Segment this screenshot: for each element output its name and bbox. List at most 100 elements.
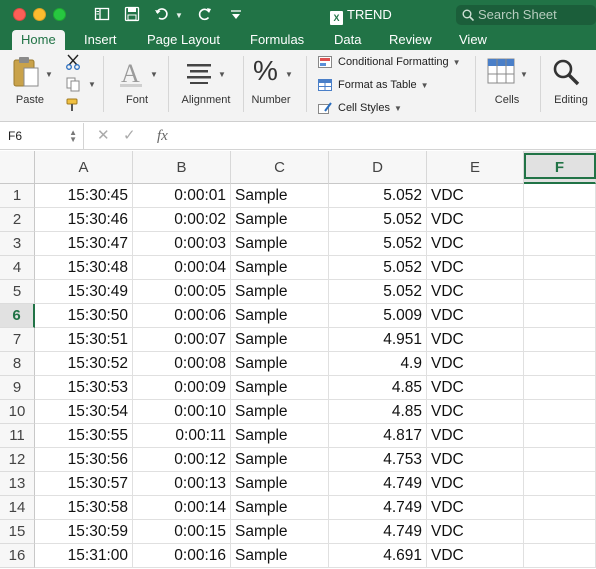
cell-e10[interactable]: VDC bbox=[427, 400, 524, 424]
cell-e2[interactable]: VDC bbox=[427, 208, 524, 232]
font-menu-chevron-icon[interactable]: ▼ bbox=[150, 70, 158, 79]
row-header-12[interactable]: 12 bbox=[0, 448, 35, 472]
cell-f12[interactable] bbox=[524, 448, 596, 472]
column-header-e[interactable]: E bbox=[427, 151, 524, 184]
format-painter-icon[interactable] bbox=[65, 97, 81, 118]
cell-a14[interactable]: 15:30:58 bbox=[35, 496, 133, 520]
column-header-f[interactable]: F bbox=[524, 151, 596, 184]
cell-c7[interactable]: Sample bbox=[231, 328, 329, 352]
cell-c2[interactable]: Sample bbox=[231, 208, 329, 232]
cell-a6[interactable]: 15:30:50 bbox=[35, 304, 133, 328]
cell-c5[interactable]: Sample bbox=[231, 280, 329, 304]
row-header-16[interactable]: 16 bbox=[0, 544, 35, 568]
cell-e15[interactable]: VDC bbox=[427, 520, 524, 544]
cell-e13[interactable]: VDC bbox=[427, 472, 524, 496]
tab-insert[interactable]: Insert bbox=[75, 30, 126, 50]
cell-f8[interactable] bbox=[524, 352, 596, 376]
cell-c13[interactable]: Sample bbox=[231, 472, 329, 496]
cell-d16[interactable]: 4.691 bbox=[329, 544, 427, 568]
magnifier-icon[interactable] bbox=[552, 58, 580, 91]
undo-icon[interactable] bbox=[154, 6, 170, 24]
tab-page-layout[interactable]: Page Layout bbox=[138, 30, 229, 50]
search-sheet-input[interactable]: Search Sheet bbox=[456, 5, 596, 25]
cell-d6[interactable]: 5.009 bbox=[329, 304, 427, 328]
select-all-corner[interactable] bbox=[0, 151, 35, 184]
cell-c11[interactable]: Sample bbox=[231, 424, 329, 448]
cell-f2[interactable] bbox=[524, 208, 596, 232]
cell-a9[interactable]: 15:30:53 bbox=[35, 376, 133, 400]
cell-f10[interactable] bbox=[524, 400, 596, 424]
column-header-a[interactable]: A bbox=[35, 151, 133, 184]
cell-c16[interactable]: Sample bbox=[231, 544, 329, 568]
tab-review[interactable]: Review bbox=[380, 30, 441, 50]
cell-a13[interactable]: 15:30:57 bbox=[35, 472, 133, 496]
row-header-15[interactable]: 15 bbox=[0, 520, 35, 544]
cell-c6[interactable]: Sample bbox=[231, 304, 329, 328]
row-header-8[interactable]: 8 bbox=[0, 352, 35, 376]
cell-b6[interactable]: 0:00:06 bbox=[133, 304, 231, 328]
name-box-stepper-icon[interactable]: ▲ ▼ bbox=[69, 129, 77, 144]
row-header-6[interactable]: 6 bbox=[0, 304, 35, 328]
paste-icon[interactable] bbox=[12, 56, 40, 93]
cell-d14[interactable]: 4.749 bbox=[329, 496, 427, 520]
cell-d13[interactable]: 4.749 bbox=[329, 472, 427, 496]
cell-f13[interactable] bbox=[524, 472, 596, 496]
cell-e14[interactable]: VDC bbox=[427, 496, 524, 520]
cell-b16[interactable]: 0:00:16 bbox=[133, 544, 231, 568]
cell-c3[interactable]: Sample bbox=[231, 232, 329, 256]
cells-menu-chevron-icon[interactable]: ▼ bbox=[520, 70, 528, 79]
insert-function-icon[interactable]: fx bbox=[157, 127, 168, 145]
cell-b10[interactable]: 0:00:10 bbox=[133, 400, 231, 424]
enter-icon[interactable]: ✓ bbox=[123, 127, 136, 145]
cell-b3[interactable]: 0:00:03 bbox=[133, 232, 231, 256]
cell-e9[interactable]: VDC bbox=[427, 376, 524, 400]
cell-a8[interactable]: 15:30:52 bbox=[35, 352, 133, 376]
cell-a2[interactable]: 15:30:46 bbox=[35, 208, 133, 232]
cell-styles-button[interactable]: Cell Styles ▼ bbox=[318, 99, 402, 117]
tab-data[interactable]: Data bbox=[325, 30, 370, 50]
cell-e12[interactable]: VDC bbox=[427, 448, 524, 472]
formula-input[interactable] bbox=[182, 123, 596, 149]
row-header-7[interactable]: 7 bbox=[0, 328, 35, 352]
save-icon[interactable] bbox=[124, 6, 140, 24]
cell-c4[interactable]: Sample bbox=[231, 256, 329, 280]
cancel-icon[interactable]: ✕ bbox=[97, 127, 110, 145]
row-header-2[interactable]: 2 bbox=[0, 208, 35, 232]
cell-a10[interactable]: 15:30:54 bbox=[35, 400, 133, 424]
cell-b8[interactable]: 0:00:08 bbox=[133, 352, 231, 376]
column-header-c[interactable]: C bbox=[231, 151, 329, 184]
cell-b1[interactable]: 0:00:01 bbox=[133, 184, 231, 208]
cell-d15[interactable]: 4.749 bbox=[329, 520, 427, 544]
cell-f5[interactable] bbox=[524, 280, 596, 304]
cell-c15[interactable]: Sample bbox=[231, 520, 329, 544]
percent-icon[interactable]: % bbox=[253, 54, 278, 88]
cell-d2[interactable]: 5.052 bbox=[329, 208, 427, 232]
column-header-b[interactable]: B bbox=[133, 151, 231, 184]
cell-e16[interactable]: VDC bbox=[427, 544, 524, 568]
cell-f14[interactable] bbox=[524, 496, 596, 520]
alignment-menu-chevron-icon[interactable]: ▼ bbox=[218, 70, 226, 79]
cell-f4[interactable] bbox=[524, 256, 596, 280]
cell-f6[interactable] bbox=[524, 304, 596, 328]
customize-toolbar-icon[interactable] bbox=[230, 6, 242, 24]
row-header-10[interactable]: 10 bbox=[0, 400, 35, 424]
alignment-icon[interactable] bbox=[186, 62, 212, 89]
cell-d10[interactable]: 4.85 bbox=[329, 400, 427, 424]
tab-view[interactable]: View bbox=[450, 30, 496, 50]
cell-b7[interactable]: 0:00:07 bbox=[133, 328, 231, 352]
cell-a5[interactable]: 15:30:49 bbox=[35, 280, 133, 304]
cell-d1[interactable]: 5.052 bbox=[329, 184, 427, 208]
format-as-table-button[interactable]: Format as Table ▼ bbox=[318, 76, 429, 94]
cell-c12[interactable]: Sample bbox=[231, 448, 329, 472]
cell-d8[interactable]: 4.9 bbox=[329, 352, 427, 376]
cell-e8[interactable]: VDC bbox=[427, 352, 524, 376]
minimize-window-button[interactable] bbox=[33, 8, 46, 21]
cell-e3[interactable]: VDC bbox=[427, 232, 524, 256]
cell-e4[interactable]: VDC bbox=[427, 256, 524, 280]
redo-icon[interactable] bbox=[197, 6, 213, 24]
cut-icon[interactable] bbox=[65, 54, 81, 75]
cell-c8[interactable]: Sample bbox=[231, 352, 329, 376]
cell-e1[interactable]: VDC bbox=[427, 184, 524, 208]
cell-f15[interactable] bbox=[524, 520, 596, 544]
name-box[interactable]: F6 ▲ ▼ bbox=[0, 123, 84, 149]
